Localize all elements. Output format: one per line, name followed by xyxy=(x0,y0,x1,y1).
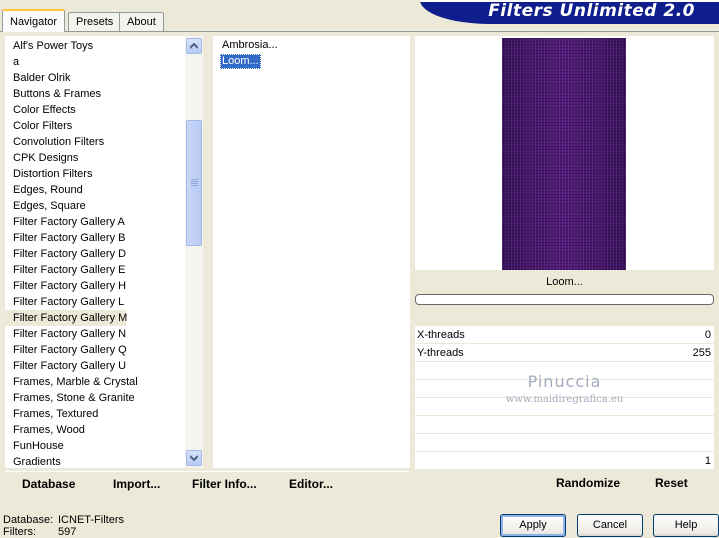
parameter-label: X-threads xyxy=(417,329,465,341)
category-item[interactable]: Edges, Square xyxy=(5,198,185,214)
preview-image xyxy=(502,38,626,270)
preview-panel xyxy=(415,36,714,270)
cancel-button[interactable]: Cancel xyxy=(577,514,643,537)
logo-banner: Filters Unlimited 2.0 xyxy=(420,0,719,24)
category-item[interactable]: Edges, Round xyxy=(5,182,185,198)
progress-bar xyxy=(415,294,714,305)
chevron-down-icon xyxy=(190,455,198,461)
parameter-row[interactable] xyxy=(415,434,714,452)
category-item[interactable]: Balder Olrik xyxy=(5,70,185,86)
scroll-thumb[interactable] xyxy=(186,120,202,246)
category-item[interactable]: FunHouse xyxy=(5,438,185,454)
logo-text: Filters Unlimited 2.0 xyxy=(488,1,695,21)
category-item[interactable]: Filter Factory Gallery H xyxy=(5,278,185,294)
category-item[interactable]: Convolution Filters xyxy=(5,134,185,150)
category-item[interactable]: Filter Factory Gallery Q xyxy=(5,342,185,358)
database-label: Database: xyxy=(3,514,54,526)
parameter-value: 255 xyxy=(692,347,711,359)
filters-label: Filters: xyxy=(3,526,36,538)
thumb-grip xyxy=(191,181,198,182)
category-item[interactable]: Gradients xyxy=(5,454,185,468)
parameter-row[interactable]: Y-threads 255 xyxy=(415,344,714,362)
category-item[interactable]: Distortion Filters xyxy=(5,166,185,182)
category-list[interactable]: Alf's Power Toys a Balder Olrik Buttons & F… xyxy=(5,36,185,468)
category-item[interactable]: Alf's Power Toys xyxy=(5,38,185,54)
tab-presets[interactable]: Presets xyxy=(68,12,122,31)
category-item[interactable]: Frames, Wood xyxy=(5,422,185,438)
status-area: Database: ICNET-Filters Filters: 597 xyxy=(3,514,203,538)
filter-item-ambrosia[interactable]: Ambrosia... xyxy=(220,38,280,53)
category-item[interactable]: Frames, Textured xyxy=(5,406,185,422)
randomize-button[interactable]: Randomize xyxy=(556,476,620,490)
parameter-row[interactable] xyxy=(415,416,714,434)
category-item[interactable]: CPK Designs xyxy=(5,150,185,166)
category-item[interactable]: Frames, Marble & Crystal xyxy=(5,374,185,390)
category-item[interactable]: Filter Factory Gallery E xyxy=(5,262,185,278)
category-item[interactable]: Filter Factory Gallery B xyxy=(5,230,185,246)
category-item[interactable]: Filter Factory Gallery L xyxy=(5,294,185,310)
category-item[interactable]: Filter Factory Gallery N xyxy=(5,326,185,342)
category-item[interactable]: Frames, Stone & Granite xyxy=(5,390,185,406)
parameter-value: 1 xyxy=(704,455,711,467)
thumb-grip xyxy=(191,179,198,180)
parameter-label: Y-threads xyxy=(417,347,464,359)
database-value: ICNET-Filters xyxy=(58,514,124,526)
parameter-row[interactable]: X-threads 0 xyxy=(415,326,714,344)
category-item[interactable]: Filter Factory Gallery A xyxy=(5,214,185,230)
bottom-toolbar: Database Import... Filter Info... Editor… xyxy=(5,471,409,496)
category-scrollbar[interactable] xyxy=(185,36,203,468)
category-item[interactable]: Filter Factory Gallery M xyxy=(5,310,127,326)
parameter-list: 1 Y-threads 255 X-threads 0 Pinuccia www.mai… xyxy=(415,326,714,470)
category-item[interactable]: Color Effects xyxy=(5,102,185,118)
category-item[interactable]: Filter Factory Gallery U xyxy=(5,358,185,374)
apply-button[interactable]: Apply xyxy=(500,514,566,537)
thumb-grip xyxy=(191,185,198,186)
reset-button[interactable]: Reset xyxy=(655,476,688,490)
import-button[interactable]: Import... xyxy=(113,477,160,491)
filter-item-loom[interactable]: Loom... xyxy=(220,54,261,69)
current-filter-name: Loom... xyxy=(546,276,583,288)
filters-count: 597 xyxy=(58,526,77,538)
category-item[interactable]: Filter Factory Gallery D xyxy=(5,246,185,262)
category-item[interactable]: Buttons & Frames xyxy=(5,86,185,102)
editor-button[interactable]: Editor... xyxy=(289,477,333,491)
parameter-row[interactable]: 1 xyxy=(415,452,714,470)
category-item[interactable]: Color Filters xyxy=(5,118,185,134)
filter-info-button[interactable]: Filter Info... xyxy=(192,477,257,491)
watermark-name: Pinuccia xyxy=(527,372,602,391)
help-button[interactable]: Help xyxy=(653,514,719,537)
filter-list[interactable]: Ambrosia... Loom... xyxy=(213,36,410,468)
thumb-grip xyxy=(191,183,198,184)
tab-navigator[interactable]: Navigator xyxy=(2,9,66,32)
database-button[interactable]: Database xyxy=(22,477,75,491)
chevron-up-icon xyxy=(190,43,198,49)
preview-toolbar: Randomize Reset xyxy=(415,471,714,496)
category-item[interactable]: a xyxy=(5,54,185,70)
scroll-down-button[interactable] xyxy=(186,450,202,466)
watermark-url: www.maidiregrafica.eu xyxy=(505,394,624,405)
tab-strip-baseline xyxy=(0,31,719,32)
scroll-up-button[interactable] xyxy=(186,38,202,54)
parameter-value: 0 xyxy=(704,329,711,341)
tab-about[interactable]: About xyxy=(119,12,164,31)
